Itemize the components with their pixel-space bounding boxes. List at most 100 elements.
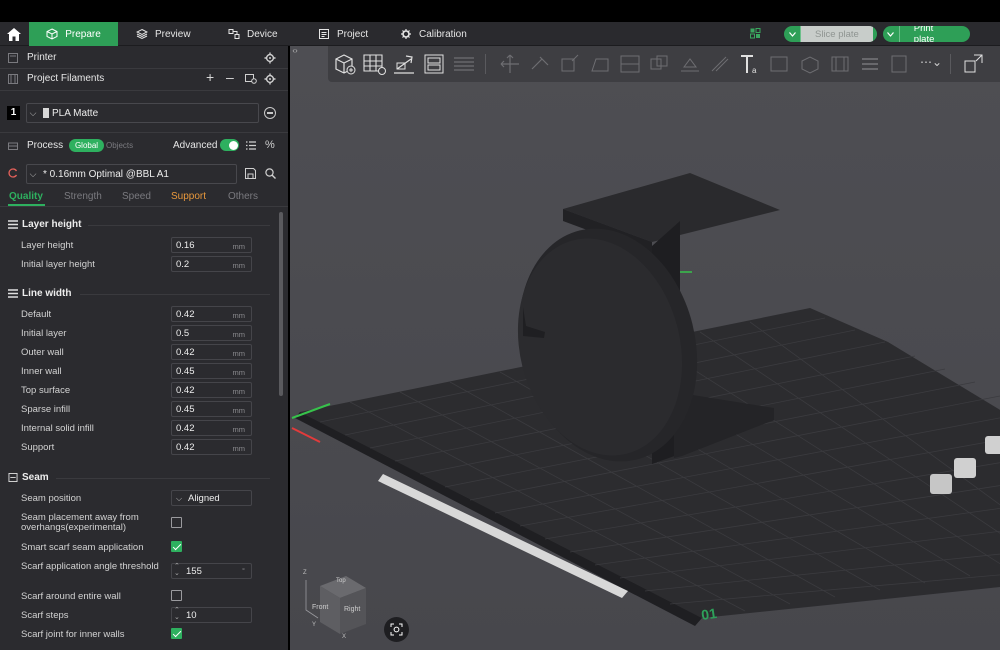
lay-on-face-icon[interactable] — [588, 53, 612, 75]
initial-layer-height-input[interactable]: 0.2 mm — [171, 256, 252, 272]
param-label: Layer height — [21, 240, 74, 251]
gear-icon[interactable] — [264, 52, 276, 64]
add-object-icon[interactable] — [332, 53, 356, 75]
text-tool-icon[interactable]: a — [738, 53, 762, 75]
param-label: Seam position — [21, 493, 82, 504]
chevron-down-icon[interactable] — [883, 26, 900, 42]
print-plate-button[interactable]: Print plate — [883, 26, 970, 42]
divider — [0, 90, 288, 91]
seam-paint-icon[interactable] — [708, 53, 732, 75]
layer-height-input[interactable]: 0.16 mm — [171, 237, 252, 253]
filament-select[interactable]: ⌵ PLA Matte — [26, 103, 259, 123]
param-label: Smart scarf seam application — [21, 542, 144, 553]
slice-plate-button[interactable]: Slice plate — [784, 26, 877, 42]
list-icon[interactable] — [246, 141, 256, 150]
view-cube-top[interactable]: Top — [336, 578, 346, 584]
emboss-icon[interactable] — [888, 53, 912, 75]
stepper-arrows-icon[interactable]: ⌃ ⌄ — [174, 563, 180, 577]
gear-icon[interactable] — [264, 73, 276, 85]
side-tool-3[interactable] — [930, 474, 952, 494]
outer-wall-width-input[interactable]: 0.42 mm — [171, 344, 252, 360]
add-plate-icon[interactable] — [362, 53, 386, 75]
initial-layer-width-input[interactable]: 0.5 mm — [171, 325, 252, 341]
support-width-input[interactable]: 0.42 mm — [171, 439, 252, 455]
tab-quality[interactable]: Quality — [9, 191, 43, 202]
view-cube[interactable]: Top Front Right Z Y X — [303, 570, 374, 640]
rotate-icon[interactable] — [528, 53, 552, 75]
scale-icon[interactable] — [558, 53, 582, 75]
explode-view-icon[interactable] — [962, 53, 986, 75]
toolbar-divider — [485, 54, 486, 74]
smart-scarf-checkbox[interactable] — [171, 541, 182, 552]
param-label: Scarf joint for inner walls — [21, 629, 125, 640]
seam-position-select[interactable]: ⌵ Aligned — [171, 490, 252, 506]
scarf-steps-spinner[interactable]: ⌃ ⌄ 10 — [171, 607, 252, 623]
seam-away-overhangs-checkbox[interactable] — [171, 517, 182, 528]
remove-filament-icon[interactable] — [264, 107, 276, 119]
device-icon — [228, 29, 240, 39]
layers-stack-icon[interactable] — [858, 53, 882, 75]
measure-icon[interactable] — [768, 53, 792, 75]
side-tool-2[interactable] — [954, 458, 976, 478]
search-icon[interactable] — [265, 168, 276, 179]
scarf-angle-spinner[interactable]: ⌃ ⌄ 155 ° — [171, 563, 252, 579]
objects-toggle[interactable]: Objects — [106, 141, 133, 150]
arrange-icon[interactable] — [422, 53, 446, 75]
section-title-seam: Seam — [22, 472, 49, 483]
param-label: Initial layer height — [21, 259, 95, 270]
tab-project[interactable]: Project — [318, 22, 368, 46]
variable-layer-icon[interactable] — [828, 53, 852, 75]
advanced-switch[interactable] — [220, 139, 239, 151]
focus-icon — [390, 623, 403, 636]
collapse-sidebar-button[interactable]: ‹› — [288, 46, 302, 60]
axis-x-label: X — [342, 634, 347, 640]
move-icon[interactable] — [498, 53, 522, 75]
zoom-to-fit-button[interactable] — [384, 617, 409, 642]
scene-canvas: 01 — [291, 173, 1000, 626]
inner-wall-width-input[interactable]: 0.45 mm — [171, 363, 252, 379]
process-preset-select[interactable]: ⌵ * 0.16mm Optimal @BBL A1 — [26, 164, 237, 184]
cut-icon[interactable] — [618, 53, 642, 75]
view-cube-front[interactable]: Front — [312, 604, 328, 611]
split-plate-icon[interactable] — [452, 53, 476, 75]
tab-device[interactable]: Device — [228, 22, 278, 46]
plate-grid-icon[interactable] — [750, 28, 761, 39]
3d-toolbar: a ⋯⌄ — [328, 46, 1000, 82]
param-label: Scarf around entire wall — [21, 591, 121, 602]
global-toggle[interactable]: Global — [69, 139, 104, 152]
section-divider — [56, 478, 270, 479]
home-button[interactable] — [0, 22, 28, 46]
auto-orient-icon[interactable] — [392, 53, 416, 75]
tab-calibration[interactable]: Calibration — [400, 22, 467, 46]
3d-viewport[interactable]: 01 Top Front Right Z Y X — [290, 46, 1000, 650]
percent-compare-icon[interactable]: % — [265, 139, 275, 151]
main-tabbar: Prepare Preview Device Project Calibrati… — [0, 22, 1000, 46]
tab-others[interactable]: Others — [228, 191, 258, 202]
chevron-down-icon[interactable] — [784, 26, 801, 42]
save-icon[interactable] — [245, 168, 256, 179]
tab-support[interactable]: Support — [171, 191, 206, 202]
tab-strength[interactable]: Strength — [64, 191, 102, 202]
support-paint-icon[interactable] — [678, 53, 702, 75]
sparse-infill-width-input[interactable]: 0.45 mm — [171, 401, 252, 417]
param-label: Internal solid infill — [21, 423, 94, 434]
tab-prepare[interactable]: Prepare — [29, 22, 118, 46]
sync-filament-icon[interactable] — [245, 74, 257, 84]
section-title-layer-height: Layer height — [22, 219, 82, 230]
sidebar-scrollbar[interactable] — [279, 212, 283, 396]
stepper-arrows-icon[interactable]: ⌃ ⌄ — [174, 607, 180, 621]
top-surface-width-input[interactable]: 0.42 mm — [171, 382, 252, 398]
default-width-input[interactable]: 0.42 mm — [171, 306, 252, 322]
tab-preview[interactable]: Preview — [136, 22, 191, 46]
assembly-icon[interactable] — [798, 53, 822, 75]
tab-speed[interactable]: Speed — [122, 191, 151, 202]
plus-icon[interactable]: + — [206, 69, 214, 85]
side-tool-1[interactable] — [985, 436, 1000, 454]
minus-icon[interactable]: – — [226, 69, 234, 85]
mesh-boolean-icon[interactable] — [648, 53, 672, 75]
scarf-entire-wall-checkbox[interactable] — [171, 590, 182, 601]
scarf-inner-walls-checkbox[interactable] — [171, 628, 182, 639]
view-cube-right[interactable]: Right — [344, 606, 360, 613]
internal-solid-infill-width-input[interactable]: 0.42 mm — [171, 420, 252, 436]
more-tools-button[interactable]: ⋯⌄ — [920, 55, 942, 69]
